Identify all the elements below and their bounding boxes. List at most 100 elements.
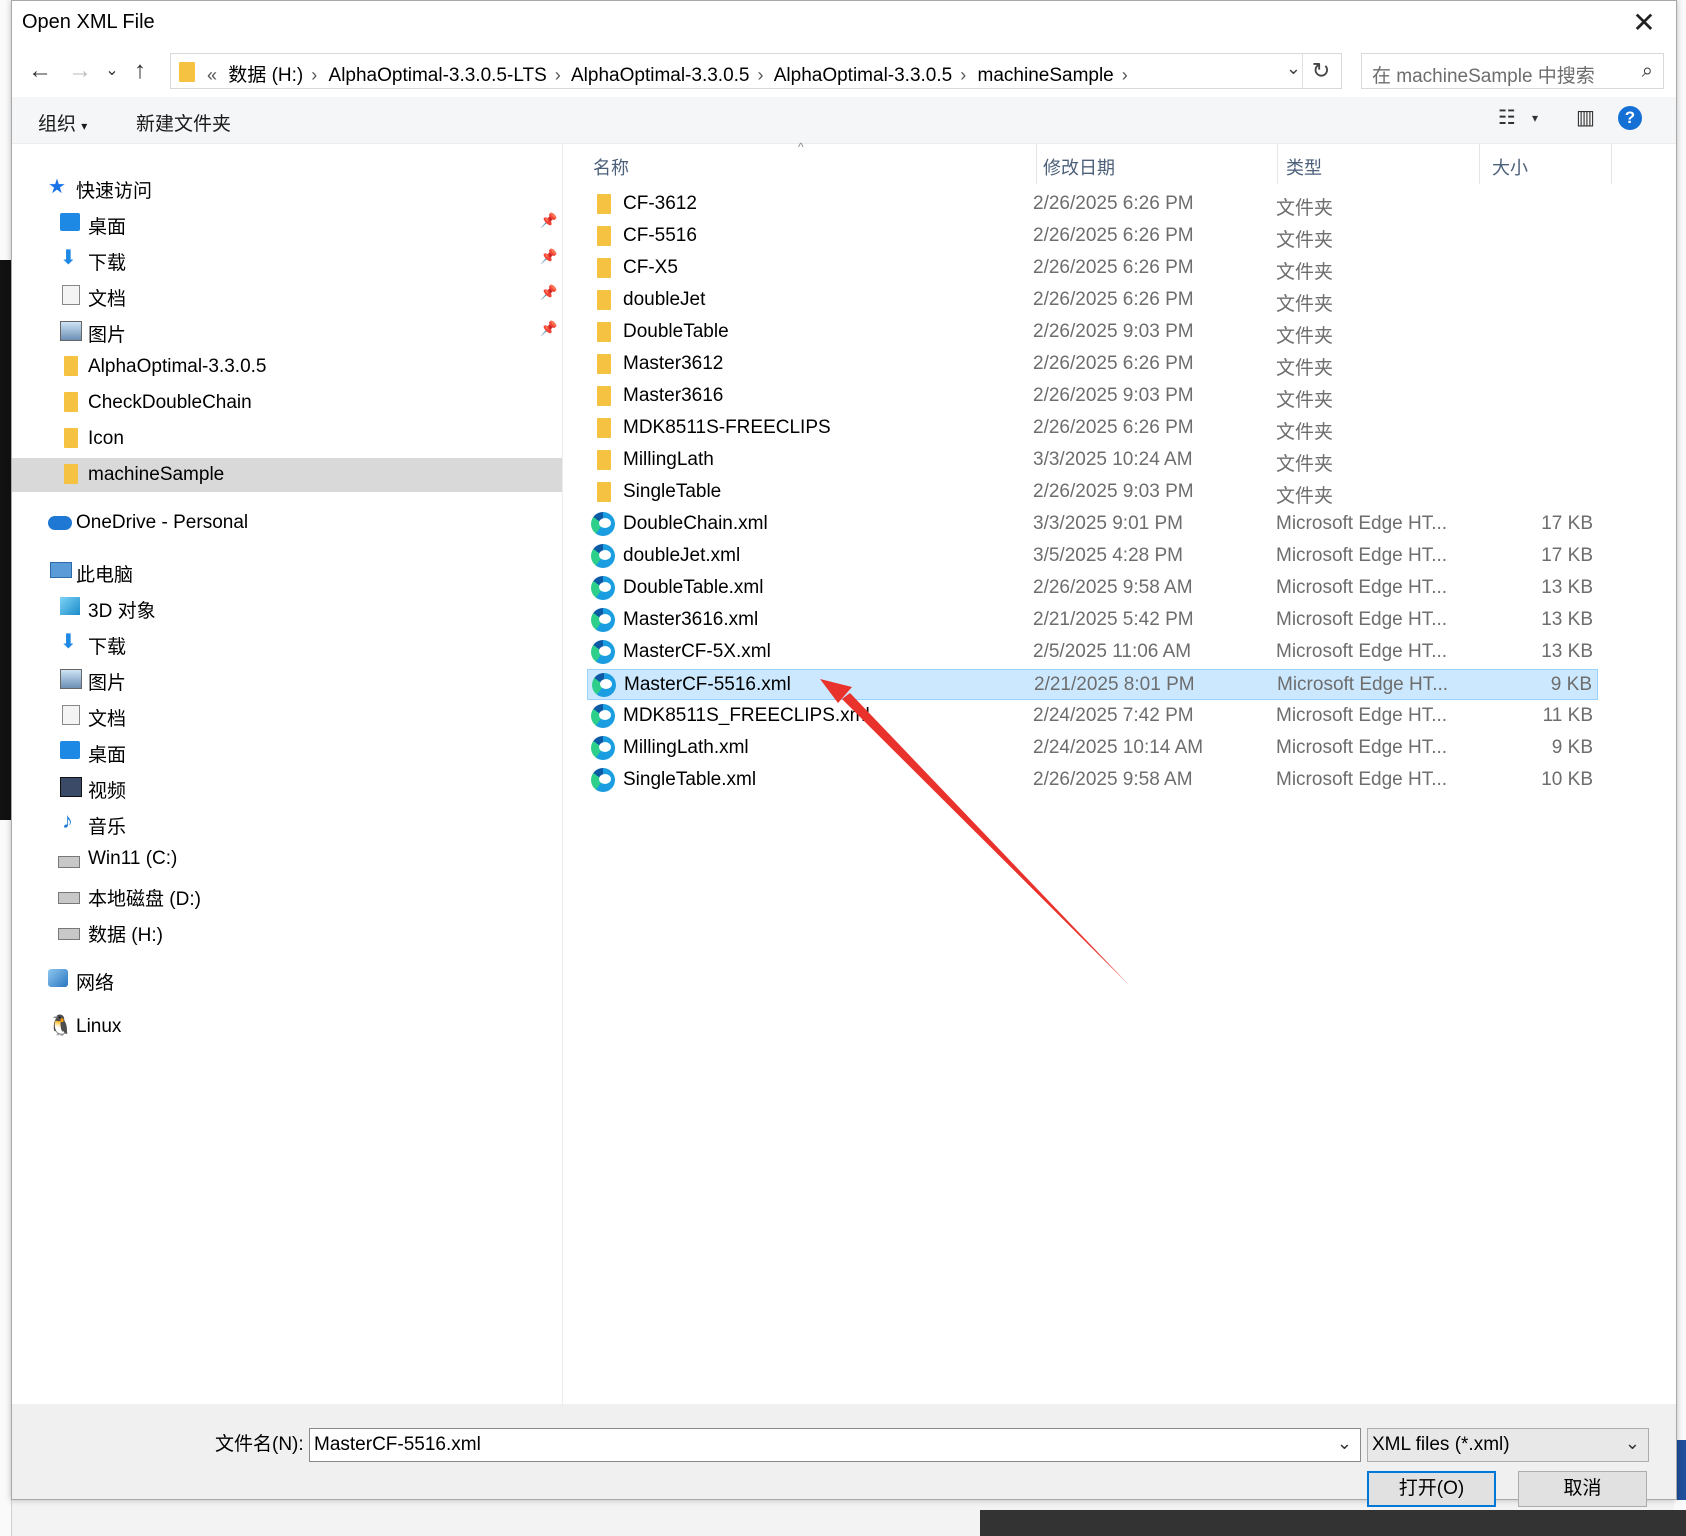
download-icon: ⬇ [60,631,77,653]
sidebar-item-pictures[interactable]: 图片 [12,662,562,696]
file-date: 2/26/2025 6:26 PM [1033,417,1194,438]
file-row[interactable]: DoubleTable 2/26/2025 9:03 PM 文件夹 [587,317,1598,348]
chevron-down-icon[interactable]: ⌄ [1337,1433,1352,1454]
chevron-right-icon[interactable]: › [960,65,966,85]
search-icon[interactable]: ⌕ [1642,60,1653,83]
file-row[interactable]: doubleJet 2/26/2025 6:26 PM 文件夹 [587,285,1598,316]
sidebar-item-documents[interactable]: 文档 [12,698,562,732]
sidebar-item-music[interactable]: ♪ 音乐 [12,806,562,840]
file-row[interactable]: CF-X5 2/26/2025 6:26 PM 文件夹 [587,253,1598,284]
sidebar-item-this-pc[interactable]: 此电脑 [12,554,562,588]
file-row[interactable]: CF-5516 2/26/2025 6:26 PM 文件夹 [587,221,1598,252]
sidebar-item-folder[interactable]: Icon [12,422,562,456]
file-row[interactable]: SingleTable 2/26/2025 9:03 PM 文件夹 [587,477,1598,508]
sidebar-item-onedrive[interactable]: OneDrive - Personal [12,506,562,540]
up-button[interactable]: ↑ [122,53,158,89]
sidebar-item-pictures[interactable]: 图片 📌 [12,314,562,348]
pin-icon[interactable]: 📌 [540,248,557,265]
forward-button[interactable]: → [62,53,98,89]
file-row[interactable]: MDK8511S_FREECLIPS.xml 2/24/2025 7:42 PM M… [587,701,1598,732]
filetype-select[interactable]: XML files (*.xml) ⌄ [1367,1428,1649,1462]
column-header-name[interactable]: ^ 名称 [563,140,1037,184]
sidebar-item-desktop[interactable]: 桌面 📌 [12,206,562,240]
file-row[interactable]: DoubleTable.xml 2/26/2025 9:58 AM Microsof… [587,573,1598,604]
sidebar-item-downloads[interactable]: ⬇ 下载 [12,626,562,660]
sidebar-item-machinesample[interactable]: machineSample [12,458,562,492]
sidebar-item-documents[interactable]: 文档 📌 [12,278,562,312]
file-row[interactable]: CF-3612 2/26/2025 6:26 PM 文件夹 [587,189,1598,220]
sidebar-item-3d-objects[interactable]: 3D 对象 [12,590,562,624]
filename-value[interactable]: MasterCF-5516.xml [314,1434,481,1456]
sidebar-item-quick-access[interactable]: ★ 快速访问 [12,170,562,204]
sidebar-item-videos[interactable]: 视频 [12,770,562,804]
breadcrumb-item[interactable]: AlphaOptimal-3.3.0.5 [571,65,750,86]
background-dark-area [0,260,11,820]
search-input[interactable]: 在 machineSample 中搜索 [1372,61,1595,88]
sidebar-item-label: 图片 [88,673,127,694]
sidebar-item-network[interactable]: 网络 [12,962,562,996]
chevron-down-icon[interactable]: ⌄ [1286,58,1301,79]
close-button[interactable]: ✕ [1624,5,1664,41]
refresh-button[interactable]: ↻ [1302,54,1339,88]
file-name: SingleTable [623,481,722,502]
sidebar-item-drive-h[interactable]: 数据 (H:) [12,914,562,948]
breadcrumb-item[interactable]: AlphaOptimal-3.3.0.5-LTS [329,65,547,86]
file-row[interactable]: doubleJet.xml 3/5/2025 4:28 PM Microsoft E… [587,541,1598,572]
sidebar-item-desktop[interactable]: 桌面 [12,734,562,768]
filename-field[interactable]: MasterCF-5516.xml ⌄ [309,1428,1361,1462]
breadcrumb-item[interactable]: machineSample [978,65,1114,86]
column-header-date[interactable]: 修改日期 [1037,144,1277,184]
organize-menu[interactable]: 组织 ▾ [38,109,87,136]
caret-down-icon[interactable]: ▾ [1532,111,1538,125]
breadcrumb-overflow[interactable]: « [207,65,217,85]
open-button[interactable]: 打开(O) [1367,1471,1496,1507]
file-row[interactable]: MillingLath.xml 2/24/2025 10:14 AM Microso… [587,733,1598,764]
sidebar-item-label: 快速访问 [76,181,153,202]
file-row[interactable]: Master3616.xml 2/21/2025 5:42 PM Microsoft… [587,605,1598,636]
sidebar-item-folder[interactable]: AlphaOptimal-3.3.0.5 [12,350,562,384]
file-name: MasterCF-5X.xml [623,641,771,662]
cancel-button[interactable]: 取消 [1518,1471,1647,1507]
sidebar-item-folder[interactable]: CheckDoubleChain [12,386,562,420]
chevron-down-icon[interactable]: ⌄ [1625,1433,1640,1454]
chevron-right-icon[interactable]: › [311,65,317,85]
column-header-size[interactable]: 大小 [1480,144,1610,184]
sidebar-item-drive-c[interactable]: Win11 (C:) [12,842,562,876]
help-icon[interactable]: ? [1618,106,1642,130]
chevron-right-icon[interactable]: › [555,65,561,85]
file-row[interactable]: MasterCF-5516.xml 2/21/2025 8:01 PM Micros… [587,669,1598,700]
file-row[interactable]: DoubleChain.xml 3/3/2025 9:01 PM Microsoft… [587,509,1598,540]
column-header-type[interactable]: 类型 [1278,144,1478,184]
file-name: CF-3612 [623,193,697,214]
back-button[interactable]: ← [22,53,58,89]
file-size: 17 KB [1541,513,1593,534]
column-header-label: 名称 [593,158,629,178]
new-folder-button[interactable]: 新建文件夹 [136,109,231,136]
file-row[interactable]: MillingLath 3/3/2025 10:24 AM 文件夹 [587,445,1598,476]
title-bar: Open XML File ✕ [12,1,1676,45]
file-size: 9 KB [1551,737,1593,758]
pin-icon[interactable]: 📌 [540,284,557,301]
pin-icon[interactable]: 📌 [540,212,557,229]
search-box[interactable]: 在 machineSample 中搜索 ⌕ [1361,53,1664,89]
sidebar-item-drive-d[interactable]: 本地磁盘 (D:) [12,878,562,912]
file-type: Microsoft Edge HT... [1276,641,1448,662]
pin-icon[interactable]: 📌 [540,320,557,337]
file-row[interactable]: MasterCF-5X.xml 2/5/2025 11:06 AM Microsof… [587,637,1598,668]
sidebar-item-label: 文档 [88,289,127,310]
file-row[interactable]: MDK8511S-FREECLIPS 2/26/2025 6:26 PM 文件夹 [587,413,1598,444]
address-bar[interactable]: « 数据 (H:) › AlphaOptimal-3.3.0.5-LTS › Alp… [170,53,1342,89]
preview-pane-icon[interactable]: ▥ [1576,105,1595,130]
sidebar-item-linux[interactable]: 🐧 Linux [12,1010,562,1044]
breadcrumb-item[interactable]: 数据 (H:) [228,65,303,86]
view-options-icon[interactable]: ☷ [1498,105,1516,130]
organize-label: 组织 [38,114,77,135]
sidebar-item-downloads[interactable]: ⬇ 下载 📌 [12,242,562,276]
chevron-right-icon[interactable]: › [1122,65,1128,85]
breadcrumb-item[interactable]: AlphaOptimal-3.3.0.5 [774,65,953,86]
file-row[interactable]: Master3616 2/26/2025 9:03 PM 文件夹 [587,381,1598,412]
file-row[interactable]: Master3612 2/26/2025 6:26 PM 文件夹 [587,349,1598,380]
column-divider[interactable] [1611,144,1612,184]
file-row[interactable]: SingleTable.xml 2/26/2025 9:58 AM Microsof… [587,765,1598,796]
chevron-right-icon[interactable]: › [758,65,764,85]
